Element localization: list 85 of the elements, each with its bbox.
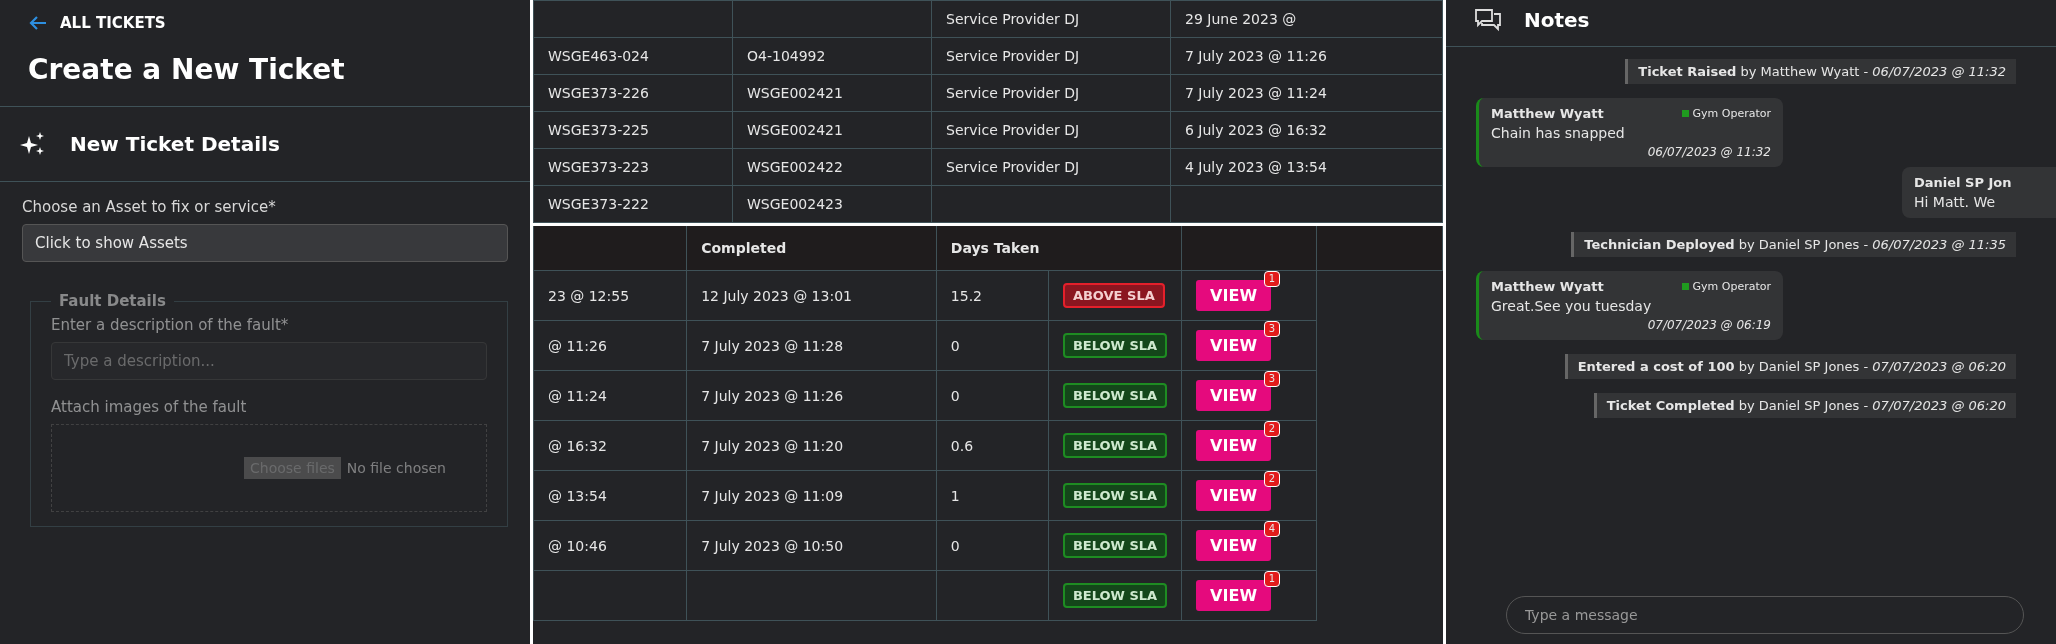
view-button[interactable]: VIEW (1196, 530, 1272, 561)
sla-status-badge: BELOW SLA (1062, 383, 1168, 408)
table-cell: @ 16:32 (548, 437, 607, 454)
note-count-badge: 2 (1263, 421, 1281, 437)
activity-event: Ticket Completed by Daniel SP Jones - 07/07/2023 @ 06:20 (1593, 393, 2016, 418)
table-cell: Service Provider DJ (946, 11, 1080, 27)
sla-status-badge: BELOW SLA (1062, 483, 1168, 508)
message-author: Matthew Wyatt (1491, 279, 1604, 294)
table-cell: WSGE373-225 (548, 122, 649, 138)
table-cell: 7 July 2023 @ 10:50 (701, 537, 844, 554)
sparkles-icon (20, 131, 46, 157)
activity-event: Ticket Raised by Matthew Wyatt - 06/07/2023 @ 11:32 (1625, 59, 2016, 84)
table-cell: WSGE002422 (747, 159, 843, 175)
table-cell: 0.6 (950, 437, 974, 454)
table-cell: 1 (950, 487, 960, 504)
sla-status-badge: ABOVE SLA (1062, 283, 1165, 308)
message-author: Matthew Wyatt (1491, 106, 1604, 121)
table-cell: WSGE463-024 (548, 48, 649, 64)
activity-event: Technician Deployed by Daniel SP Jones - 06/07/2023 @ 11:35 (1571, 232, 2016, 257)
table-cell: 7 July 2023 @ 11:20 (701, 437, 844, 454)
table-cell: 7 July 2023 @ 11:28 (701, 337, 844, 354)
view-button[interactable]: VIEW (1196, 330, 1272, 361)
table-cell: 29 June 2023 @ (1185, 11, 1297, 27)
table-cell: O4-104992 (747, 48, 826, 64)
sla-status-badge: BELOW SLA (1062, 433, 1168, 458)
note-count-badge: 1 (1263, 271, 1281, 287)
table-cell: WSGE002423 (747, 196, 843, 212)
asset-label: Choose an Asset to fix or service* (22, 198, 277, 216)
author-role: Gym Operator (1681, 106, 1771, 121)
table-cell: 15.2 (950, 287, 982, 304)
table-cell: 0 (950, 387, 960, 404)
message-time: 06/07/2023 @ 11:32 (1647, 145, 1771, 159)
table-cell: WSGE373-222 (548, 196, 649, 212)
column-header: Days Taken (950, 240, 1040, 256)
table-cell: @ 10:46 (548, 537, 607, 554)
table-cell: @ 13:54 (548, 487, 607, 504)
asset-select[interactable]: Click to show Assets (22, 224, 508, 262)
notes-title: Notes (1524, 8, 1590, 32)
note-count-badge: 3 (1263, 371, 1281, 387)
sla-status-badge: BELOW SLA (1062, 333, 1168, 358)
sla-status-badge: BELOW SLA (1062, 583, 1168, 608)
table-cell: @ 11:26 (548, 337, 607, 354)
table-cell: 7 July 2023 @ 11:24 (1185, 85, 1327, 101)
message-time: 07/07/2023 @ 06:19 (1647, 318, 1771, 332)
chat-bubbles-icon (1474, 8, 1502, 32)
table-cell: 12 July 2023 @ 13:01 (701, 287, 852, 304)
author-role: Gym Operator (1681, 279, 1771, 294)
table-cell: WSGE002421 (747, 122, 843, 138)
message-author: Daniel SP Jon (1914, 175, 2012, 190)
table-cell: WSGE002421 (747, 85, 843, 101)
file-status: No file chosen (346, 460, 446, 476)
table-cell: 7 July 2023 @ 11:26 (1185, 48, 1327, 64)
section-title: New Ticket Details (70, 132, 280, 156)
message-text: Hi Matt. We (1914, 194, 1997, 210)
note-count-badge: 1 (1263, 571, 1281, 587)
back-arrow-icon (28, 15, 48, 31)
column-header: Completed (701, 240, 787, 256)
table-cell: WSGE373-223 (548, 159, 649, 175)
table-cell: @ 11:24 (548, 387, 607, 404)
table-cell: 4 July 2023 @ 13:54 (1185, 159, 1327, 175)
all-tickets-link[interactable]: ALL TICKETS (28, 14, 166, 32)
view-button[interactable]: VIEW (1196, 380, 1272, 411)
note-count-badge: 3 (1263, 321, 1281, 337)
note-count-badge: 4 (1263, 521, 1281, 537)
fault-details-legend: Fault Details (51, 292, 174, 310)
table-cell: Service Provider DJ (946, 48, 1080, 64)
note-count-badge: 2 (1263, 471, 1281, 487)
table-cell: 23 @ 12:55 (548, 287, 630, 304)
table-cell: 0 (950, 537, 960, 554)
sla-status-badge: BELOW SLA (1062, 533, 1168, 558)
attach-label: Attach images of the fault (51, 398, 248, 416)
message-field[interactable]: Type a message (1506, 596, 2024, 634)
table-cell: Service Provider DJ (946, 85, 1080, 101)
table-cell: Service Provider DJ (946, 122, 1080, 138)
activity-event: Entered a cost of 100 by Daniel SP Jones - 07/07/2023 @ 06:20 (1564, 354, 2016, 379)
message-text: Chain has snapped (1491, 125, 1626, 141)
page-title: Create a New Ticket (28, 53, 346, 86)
description-label: Enter a description of the fault* (51, 316, 290, 334)
table-cell: 7 July 2023 @ 11:26 (701, 387, 844, 404)
table-cell: Service Provider DJ (946, 159, 1080, 175)
table-cell: WSGE373-226 (548, 85, 649, 101)
message-text: Great.See you tuesday (1491, 298, 1653, 314)
table-cell: 7 July 2023 @ 11:09 (701, 487, 844, 504)
table-cell: 6 July 2023 @ 16:32 (1185, 122, 1327, 138)
table-cell: 0 (950, 337, 960, 354)
